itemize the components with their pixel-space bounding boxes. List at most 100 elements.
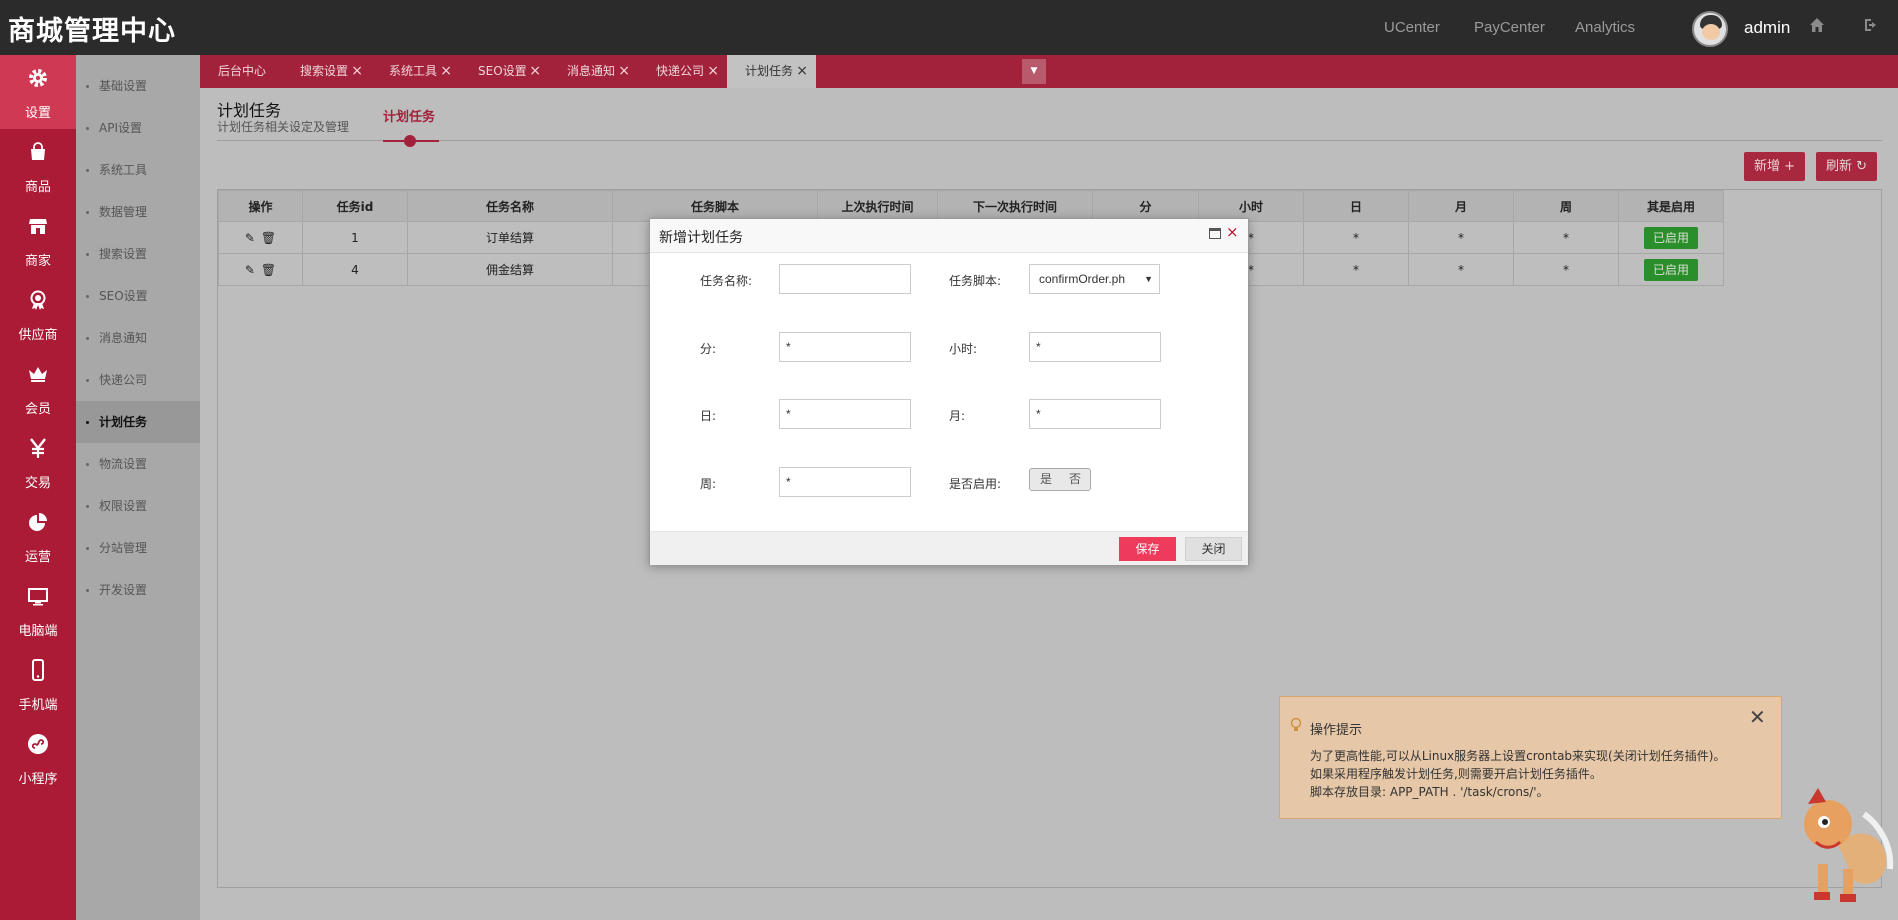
tab-more-dropdown[interactable]: ▼ [1022, 59, 1046, 84]
tab-label: 系统工具 [389, 64, 438, 78]
logout-icon[interactable] [1860, 17, 1882, 39]
tab-notify[interactable]: 消息通知 × [549, 55, 638, 88]
sidebar-item-trade[interactable]: 交易 [0, 425, 76, 499]
settings-subnav: 基础设置 API设置 系统工具 数据管理 搜索设置 SEO设置 消息通知 快递公… [76, 55, 200, 920]
tab-label: 快递公司 [656, 64, 705, 78]
close-icon[interactable]: ✕ [1749, 705, 1766, 729]
column-header[interactable]: 任务id [302, 190, 408, 222]
delete-icon[interactable]: 🗑 [261, 263, 276, 277]
column-header: 分 [1092, 190, 1199, 222]
hour-input[interactable] [1029, 332, 1161, 362]
subnav-item-notify[interactable]: 消息通知 [76, 317, 200, 359]
status-badge[interactable]: 已启用 [1643, 258, 1698, 281]
sidebar-item-label: 交易 [24, 476, 51, 491]
tips-title: 操作提示 [1310, 723, 1363, 738]
day-label: 日: [700, 409, 717, 423]
sidebar-item-pc[interactable]: 电脑端 [0, 573, 76, 647]
sidebar-item-label: 商家 [24, 254, 51, 269]
subnav-item-cron[interactable]: 计划任务 [76, 401, 200, 443]
tab-bar: 后台中心 搜索设置 × 系统工具 × SEO设置 × 消息通知 × 快递公司 × 计划任务… [200, 55, 1898, 88]
sidebar-item-suppliers[interactable]: 供应商 [0, 277, 76, 351]
subnav-item-permissions[interactable]: 权限设置 [76, 485, 200, 527]
task-script-select[interactable]: confirmOrder.ph ▼ [1029, 264, 1160, 294]
minute-input[interactable] [779, 332, 911, 362]
month-input[interactable] [1029, 399, 1161, 429]
paycenter-link[interactable]: PayCenter [1474, 19, 1545, 36]
enabled-yes-option[interactable]: 是 [1040, 469, 1052, 490]
sidebar-item-operations[interactable]: 运营 [0, 499, 76, 573]
close-icon[interactable]: × [351, 55, 363, 88]
week-input[interactable] [779, 467, 911, 497]
subnav-item-seo[interactable]: SEO设置 [76, 275, 200, 317]
sidebar-item-merchants[interactable]: 商家 [0, 203, 76, 277]
enabled-toggle[interactable]: 是 否 [1029, 468, 1091, 491]
save-button[interactable]: 保存 [1119, 537, 1176, 561]
sidebar-item-members[interactable]: 会员 [0, 351, 76, 425]
task-script-label: 任务脚本: [949, 274, 1002, 288]
sidebar-item-mobile[interactable]: 手机端 [0, 647, 76, 721]
close-icon[interactable]: × [1226, 223, 1239, 241]
home-icon[interactable] [1806, 17, 1828, 39]
chevron-down-icon: ▼ [1144, 274, 1153, 284]
column-header: 周 [1513, 190, 1619, 222]
avatar[interactable] [1692, 11, 1728, 47]
subnav-item-data[interactable]: 数据管理 [76, 191, 200, 233]
subnav-item-logistics[interactable]: 物流设置 [76, 443, 200, 485]
edit-icon[interactable]: ✎ [245, 263, 255, 277]
subnav-item-basic[interactable]: 基础设置 [76, 65, 200, 107]
tab-express[interactable]: 快递公司 × [638, 55, 727, 88]
brand-title: 商城管理中心 [8, 16, 176, 47]
close-button[interactable]: 关闭 [1185, 537, 1242, 561]
tips-line: 脚本存放目录: APP_PATH . '/task/crons/'。 [1310, 785, 1549, 799]
day-input[interactable] [779, 399, 911, 429]
tab-dashboard[interactable]: 后台中心 [200, 55, 282, 88]
sidebar-item-settings[interactable]: 设置 [0, 55, 76, 129]
close-icon[interactable]: × [529, 55, 541, 88]
column-header[interactable]: 任务名称 [407, 190, 613, 222]
subtab-cron[interactable]: 计划任务 [383, 106, 435, 125]
cell-day: * [1303, 253, 1409, 286]
sidebar-item-goods[interactable]: 商品 [0, 129, 76, 203]
store-icon [0, 215, 76, 244]
cell-month: * [1408, 253, 1514, 286]
yen-icon [0, 437, 76, 466]
subnav-item-search[interactable]: 搜索设置 [76, 233, 200, 275]
main-sidebar: 设置 商品 商家 供应商 会员 交易 运营 电脑端 手机端 小程序 [0, 55, 76, 920]
task-name-input[interactable] [779, 264, 911, 294]
pie-chart-icon [0, 511, 76, 540]
analytics-link[interactable]: Analytics [1575, 19, 1635, 36]
maximize-icon[interactable] [1209, 228, 1221, 239]
ucenter-link[interactable]: UCenter [1384, 19, 1440, 36]
tab-cron[interactable]: 计划任务 × [727, 55, 816, 88]
close-icon[interactable]: × [707, 55, 719, 88]
subnav-item-express[interactable]: 快递公司 [76, 359, 200, 401]
delete-icon[interactable]: 🗑 [261, 231, 276, 245]
username[interactable]: admin [1744, 18, 1790, 38]
add-task-button[interactable]: 新增 + [1744, 152, 1806, 181]
dialog-title: 新增计划任务 [659, 230, 743, 246]
tab-system-tools[interactable]: 系统工具 × [371, 55, 460, 88]
close-icon[interactable]: × [796, 55, 808, 88]
tab-seo[interactable]: SEO设置 × [460, 55, 549, 88]
subnav-item-substations[interactable]: 分站管理 [76, 527, 200, 569]
close-icon[interactable]: × [440, 55, 452, 88]
column-header: 操作 [218, 190, 303, 222]
subnav-item-system-tools[interactable]: 系统工具 [76, 149, 200, 191]
minute-label: 分: [700, 342, 717, 356]
refresh-button[interactable]: 刷新 ↻ [1816, 152, 1878, 181]
subnav-item-api[interactable]: API设置 [76, 107, 200, 149]
active-tab-dot [404, 135, 416, 147]
status-badge[interactable]: 已启用 [1643, 226, 1698, 249]
edit-icon[interactable]: ✎ [245, 231, 255, 245]
subnav-item-dev[interactable]: 开发设置 [76, 569, 200, 611]
cell-id: 1 [302, 221, 408, 254]
enabled-no-option[interactable]: 否 [1069, 469, 1081, 490]
tab-label: 消息通知 [567, 64, 616, 78]
sidebar-item-miniprogram[interactable]: 小程序 [0, 721, 76, 795]
phone-icon [0, 659, 76, 688]
row-actions: ✎ 🗑 [218, 253, 303, 286]
tab-search-settings[interactable]: 搜索设置 × [282, 55, 371, 88]
close-icon[interactable]: × [618, 55, 630, 88]
sidebar-item-label: 运营 [24, 550, 51, 565]
sidebar-item-label: 会员 [24, 402, 51, 417]
